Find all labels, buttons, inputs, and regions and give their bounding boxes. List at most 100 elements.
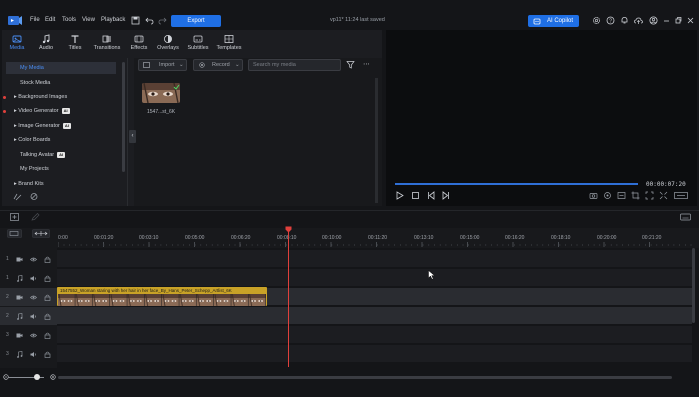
sidebar-item-my-projects[interactable]: My Projects — [6, 163, 116, 175]
redo-icon[interactable] — [158, 16, 167, 25]
restore-window-icon[interactable] — [675, 16, 682, 25]
lock-icon[interactable] — [44, 332, 51, 339]
mouse-cursor-icon — [428, 270, 435, 280]
tab-titles[interactable]: Titles — [59, 32, 91, 54]
keyboard-icon[interactable] — [680, 213, 691, 221]
sidebar-item-color-boards[interactable]: ▸ Color Boards — [6, 134, 116, 146]
lock-icon[interactable] — [44, 294, 51, 301]
play-icon[interactable] — [395, 191, 404, 200]
sidebar-item-background-images[interactable]: ▸ Background Images — [6, 91, 116, 103]
menu-playback[interactable]: Playback — [101, 17, 125, 23]
zoom-slider-thumb[interactable] — [34, 374, 40, 380]
filter-icon[interactable] — [346, 60, 355, 69]
speaker-icon[interactable] — [30, 313, 37, 320]
save-icon[interactable] — [131, 16, 140, 25]
lock-icon[interactable] — [44, 256, 51, 263]
tab-effects[interactable]: Effects — [123, 32, 155, 54]
expand-preview-icon[interactable] — [659, 191, 668, 200]
close-icon[interactable] — [687, 16, 694, 25]
tab-media[interactable]: Media — [1, 32, 33, 54]
sidebar-scrollbar[interactable] — [122, 62, 125, 172]
tab-subtitles[interactable]: Subtitles — [182, 32, 214, 54]
search-input[interactable]: Search my media — [248, 59, 341, 71]
notification-icon[interactable] — [620, 16, 629, 25]
tab-templates[interactable]: Templates — [213, 32, 245, 54]
stop-icon[interactable] — [411, 191, 420, 200]
link-icon[interactable] — [29, 192, 39, 201]
undo-icon[interactable] — [145, 16, 154, 25]
visibility-eye-icon[interactable] — [30, 332, 37, 339]
snapshot-camera-icon[interactable] — [589, 191, 598, 200]
media-scrollbar[interactable] — [375, 78, 378, 203]
playhead-handle[interactable] — [285, 226, 292, 233]
sidebar-item-video-generator[interactable]: ▸ Video Generator AI — [6, 105, 116, 117]
timeline-vertical-scrollbar[interactable] — [692, 248, 695, 323]
clip-title: 1547552_Woman staring with her hair in h… — [60, 288, 232, 293]
tab-label: Effects — [130, 45, 148, 51]
speaker-icon[interactable] — [30, 351, 37, 358]
lock-icon[interactable] — [44, 351, 51, 358]
sidebar-item-talking-avatar[interactable]: Talking Avatar AI — [6, 149, 116, 161]
fullscreen-icon[interactable] — [645, 191, 654, 200]
settings-gear-icon[interactable] — [592, 16, 601, 25]
preview-progress-fill — [395, 183, 638, 185]
ai-copilot-label: AI Copilot — [546, 18, 573, 24]
preview-player[interactable] — [386, 30, 697, 206]
sidebar-item-image-generator[interactable]: ▸ Image Generator AI — [6, 120, 116, 132]
video-camera-icon — [16, 256, 23, 263]
record-button[interactable]: Record ⌄ — [193, 59, 243, 71]
tab-overlays[interactable]: Overlays — [152, 32, 184, 54]
zoom-in-icon[interactable] — [50, 374, 56, 380]
add-track-icon[interactable] — [10, 213, 19, 221]
record-icon — [199, 62, 205, 68]
visibility-eye-icon[interactable] — [30, 256, 37, 263]
more-options-icon[interactable]: ⋯ — [363, 60, 370, 68]
display-settings-icon[interactable] — [617, 191, 626, 200]
help-icon[interactable]: ? — [606, 16, 615, 25]
track-manager-icon[interactable] — [7, 229, 22, 238]
menu-view[interactable]: View — [82, 17, 95, 23]
sidebar-item-label: Video Generator — [18, 108, 59, 114]
copilot-icon — [533, 17, 541, 25]
track-lane-video-3[interactable] — [57, 326, 692, 344]
import-button[interactable]: Import ⌄ — [138, 59, 187, 71]
menu-file[interactable]: File — [30, 17, 40, 23]
next-frame-icon[interactable] — [441, 191, 450, 200]
timeline-horizontal-scrollbar[interactable] — [58, 376, 672, 379]
ai-badge: AI — [57, 151, 66, 158]
tab-label: Audio — [38, 45, 54, 51]
track-lane-video-1[interactable] — [57, 250, 692, 268]
account-icon[interactable] — [649, 16, 658, 25]
ai-badge: AI — [62, 122, 71, 129]
track-lane-audio-1[interactable] — [57, 269, 692, 287]
sidebar-item-brand-kits[interactable]: ▸ Brand Kits — [6, 178, 116, 190]
previous-frame-icon[interactable] — [427, 191, 436, 200]
tab-transitions[interactable]: Transitions — [91, 32, 123, 54]
svg-text:?: ? — [609, 18, 612, 24]
clip-filmstrip — [58, 294, 266, 306]
ai-copilot-button[interactable]: AI Copilot — [528, 15, 579, 27]
edit-pen-icon[interactable] — [31, 213, 40, 221]
track-lane-audio-2[interactable] — [57, 307, 692, 325]
collapse-sidebar-button[interactable]: ‹ — [129, 130, 136, 143]
sidebar-item-stock-media[interactable]: Stock Media — [6, 77, 116, 89]
fit-timeline-icon[interactable] — [32, 229, 50, 238]
menu-tools[interactable]: Tools — [62, 17, 76, 23]
ai-badge: AI — [61, 107, 70, 114]
sidebar-item-my-media[interactable]: My Media — [6, 62, 116, 74]
export-button[interactable]: Export — [171, 15, 221, 27]
visibility-eye-icon[interactable] — [30, 294, 37, 301]
track-lane-audio-3[interactable] — [57, 345, 692, 363]
ruler-tick-label: 00:20:00 — [597, 235, 617, 241]
add-folder-icon[interactable] — [13, 192, 23, 201]
cloud-upload-icon[interactable] — [634, 16, 643, 25]
audio-meter-icon[interactable] — [603, 191, 612, 200]
tab-audio[interactable]: Audio — [30, 32, 62, 54]
lock-icon[interactable] — [44, 313, 51, 320]
lock-icon[interactable] — [44, 275, 51, 282]
menu-edit[interactable]: Edit — [45, 17, 55, 23]
crop-icon[interactable] — [631, 191, 640, 200]
minimize-icon[interactable] — [663, 16, 670, 25]
aspect-ratio-icon[interactable] — [674, 191, 688, 200]
speaker-icon[interactable] — [30, 275, 37, 282]
